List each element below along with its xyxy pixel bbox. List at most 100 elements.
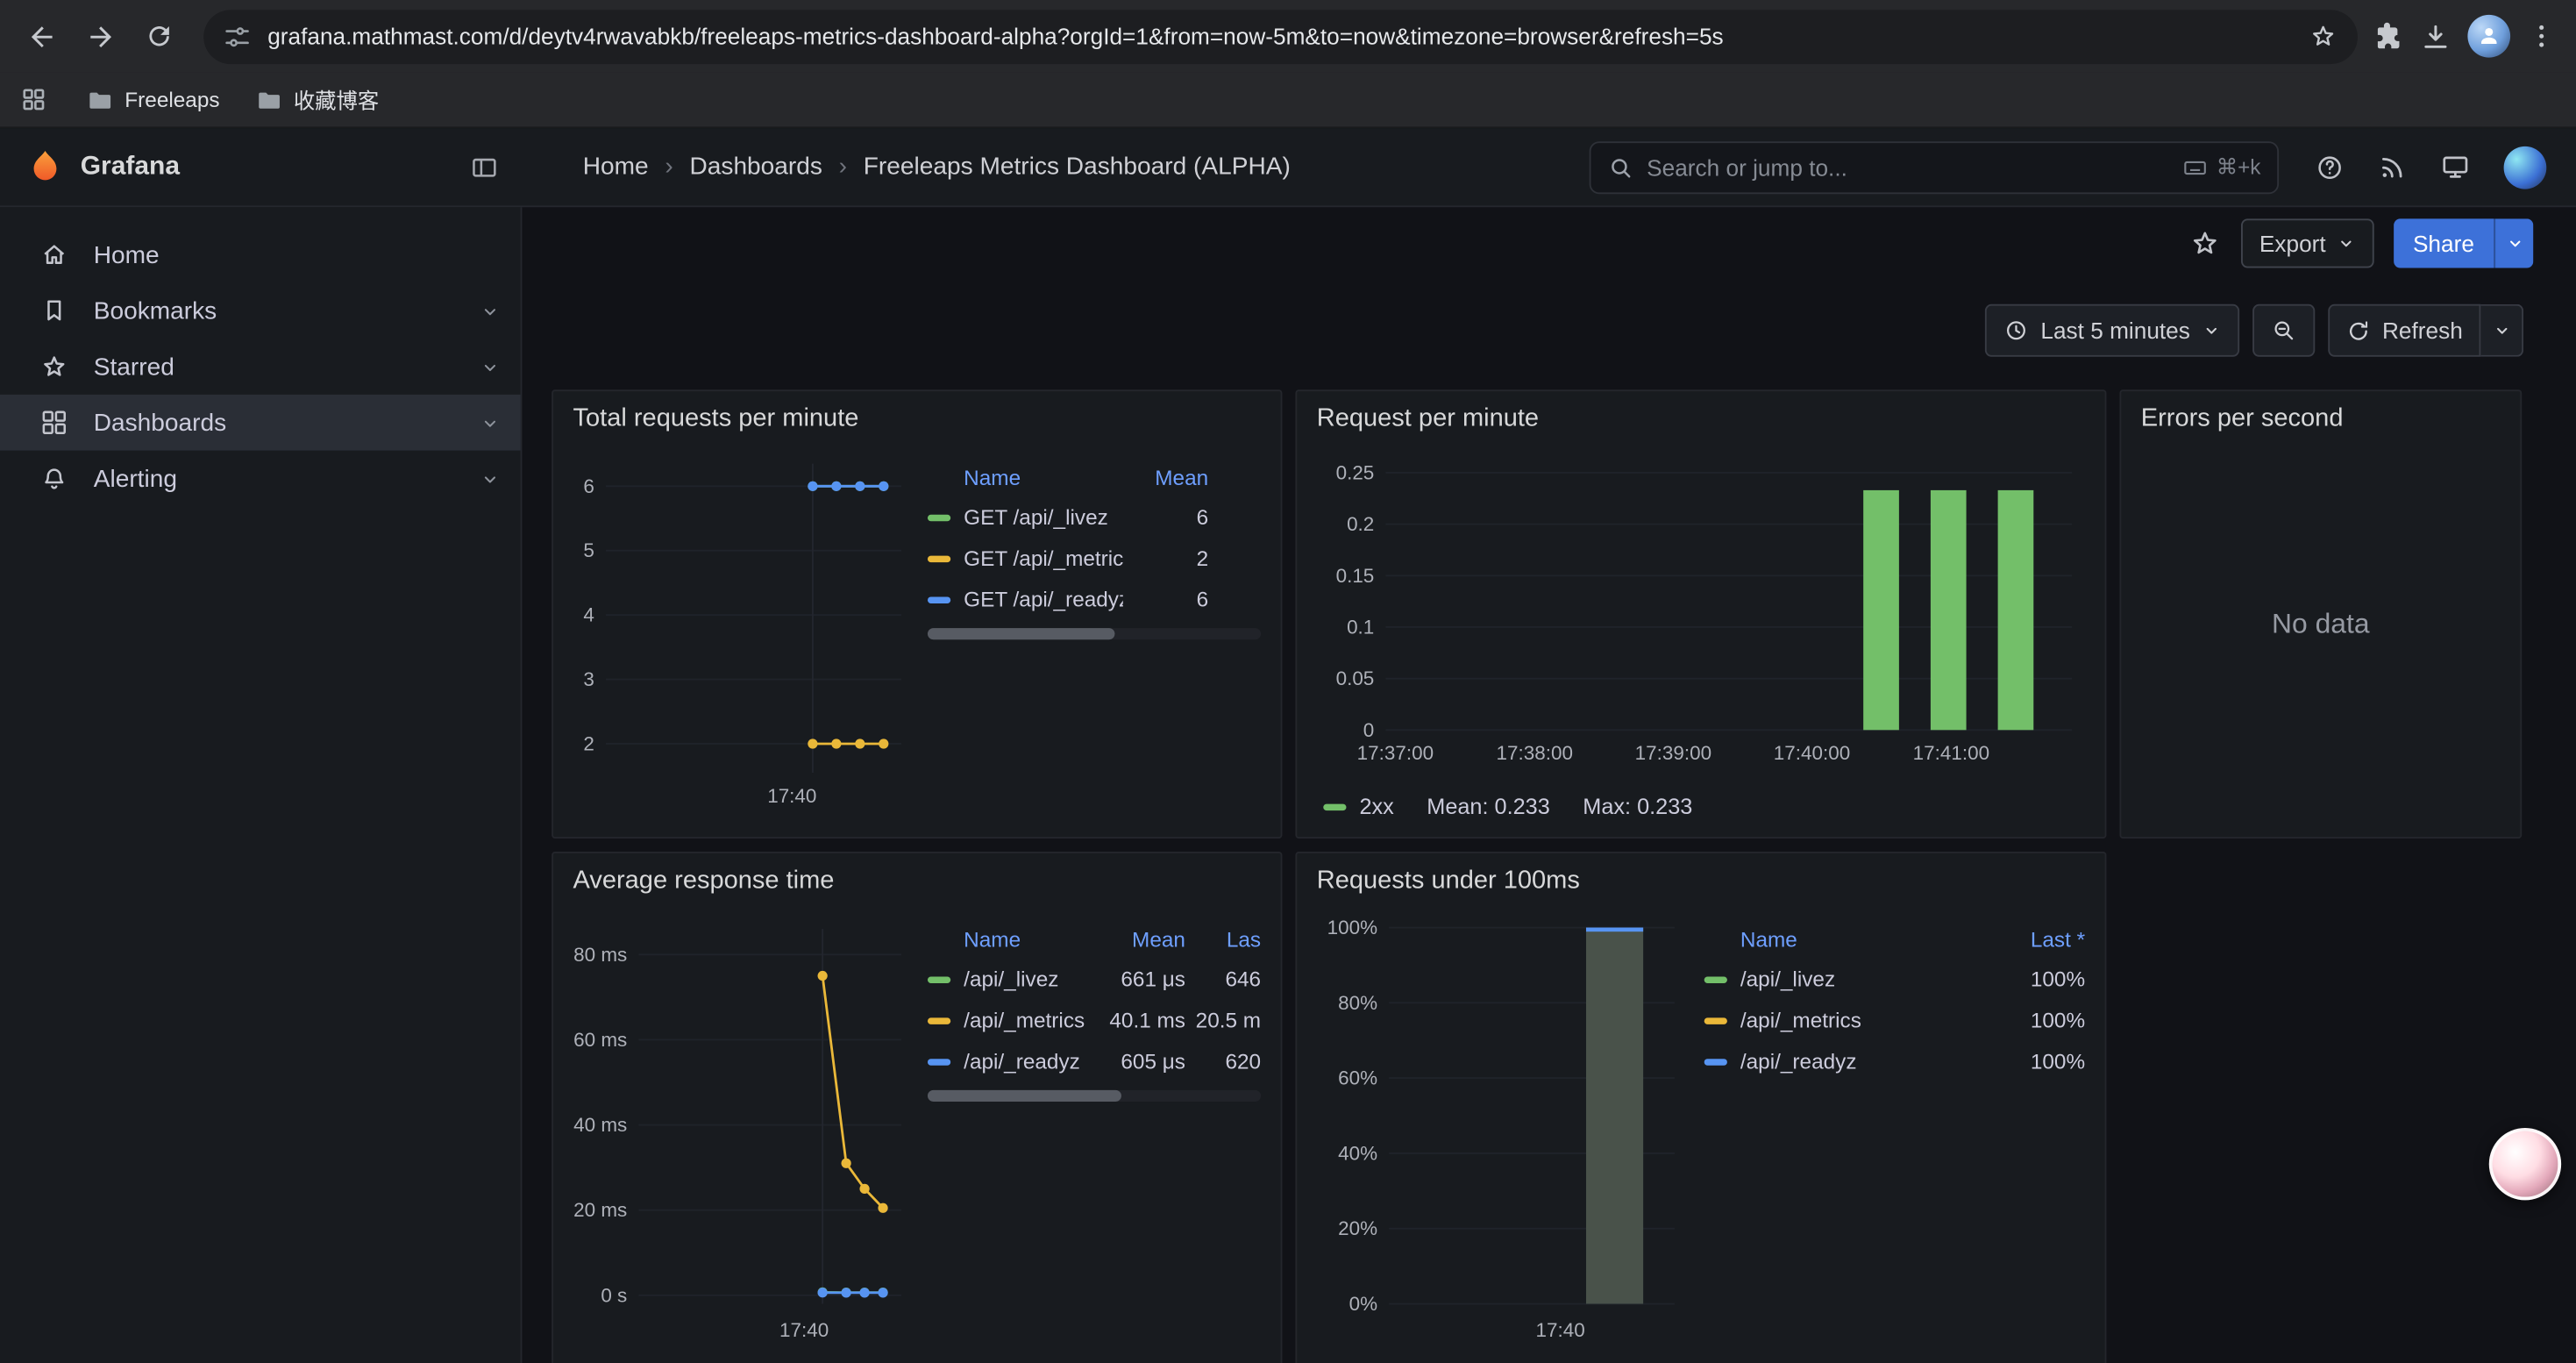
header-left: Grafana [0, 148, 522, 186]
search-input[interactable] [1647, 153, 2181, 180]
apps-grid-button[interactable] [19, 85, 47, 113]
sidebar-item-starred[interactable]: Starred [0, 339, 521, 395]
series-color-dash [1704, 976, 1727, 982]
favorite-dashboard-button[interactable] [2188, 227, 2221, 260]
legend-header-row: NameMean [928, 457, 1261, 496]
export-button[interactable]: Export [2241, 218, 2373, 268]
share-button-label: Share [2413, 230, 2474, 256]
url-bar[interactable]: grafana.mathmast.com/d/deytv4rwavabkb/fr… [203, 9, 2358, 63]
legend-scrollbar[interactable] [928, 1090, 1261, 1102]
chevron-down-icon[interactable] [480, 300, 501, 321]
bookmark-folder-freeleaps[interactable]: Freeleaps [74, 80, 232, 119]
kebab-menu-icon [2527, 21, 2557, 51]
bookmark-folder-blogs[interactable]: 收藏博客 [243, 77, 392, 122]
legend-column-header[interactable]: Mean [1123, 465, 1208, 489]
series-color-dash [928, 596, 950, 603]
zoom-out-icon [2271, 318, 2297, 344]
grafana-header: Grafana Home › Dashboards › Freeleaps Me… [0, 128, 2576, 207]
zoom-out-button[interactable] [2252, 304, 2315, 357]
chevron-down-icon[interactable] [480, 356, 501, 377]
chevron-down-icon[interactable] [480, 412, 501, 433]
refresh-interval-button[interactable] [2480, 304, 2523, 357]
person-icon [2476, 23, 2502, 49]
sidebar-item-home[interactable]: Home [0, 227, 521, 283]
legend-column-header[interactable]: Name [928, 926, 1093, 951]
series-name[interactable]: GET /api/_livez [964, 504, 1123, 529]
legend-row[interactable]: GET /api/_metrics2 [928, 538, 1261, 579]
series-value: 646 [1185, 967, 1261, 991]
legend-scrollbar-thumb[interactable] [928, 1090, 1121, 1102]
sidebar-item-dashboards[interactable]: Dashboards [0, 395, 521, 451]
sidebar-item-bookmarks[interactable]: Bookmarks [0, 282, 521, 339]
series-name[interactable]: GET /api/_readyz [964, 587, 1123, 611]
series-name[interactable]: /api/_readyz [1740, 1049, 1980, 1074]
site-info-icon[interactable] [224, 22, 252, 50]
user-avatar[interactable] [2504, 146, 2547, 189]
rss-icon [2377, 152, 2407, 182]
legend-row[interactable]: /api/_metrics100% [1704, 1000, 2085, 1041]
browser-menu-button[interactable] [2527, 21, 2557, 51]
share-menu-button[interactable] [2494, 218, 2533, 268]
panel-title[interactable]: Total requests per minute [573, 404, 1262, 434]
news-button[interactable] [2377, 152, 2407, 182]
series-name[interactable]: /api/_metrics [964, 1008, 1093, 1032]
profile-avatar[interactable] [2467, 15, 2510, 58]
share-button[interactable]: Share [2393, 218, 2494, 268]
time-range-picker[interactable]: Last 5 minutes [1985, 304, 2239, 357]
search-box[interactable]: ⌘+k [1590, 140, 2279, 193]
chevron-down-icon[interactable] [480, 467, 501, 489]
legend-row[interactable]: /api/_readyz605 μs620 [928, 1041, 1261, 1082]
series-name[interactable]: /api/_metrics [1740, 1008, 1980, 1032]
legend-item[interactable]: 2xxMean: 0.233Max: 0.233 [1323, 794, 1692, 818]
panel-title[interactable]: Requests under 100ms [1317, 867, 2085, 896]
sidebar-toggle-button[interactable] [470, 152, 500, 182]
breadcrumb-dashboards[interactable]: Dashboards [689, 153, 822, 181]
legend-scrollbar[interactable] [928, 628, 1261, 639]
legend-row[interactable]: /api/_metrics40.1 ms20.5 m [928, 1000, 1261, 1041]
legend-row[interactable]: /api/_readyz100% [1704, 1041, 2085, 1082]
sidebar-item-alerting[interactable]: Alerting [0, 451, 521, 507]
legend-row[interactable]: GET /api/_readyz6 [928, 579, 1261, 620]
legend-column-header[interactable]: Las [1185, 926, 1261, 951]
panel-title[interactable]: Average response time [573, 867, 1262, 896]
legend-scrollbar-thumb[interactable] [928, 628, 1114, 639]
legend-row[interactable]: /api/_livez661 μs646 [928, 959, 1261, 1000]
series-name[interactable]: 2xx [1359, 794, 1393, 818]
series-name[interactable]: /api/_livez [964, 967, 1093, 991]
panel-title[interactable]: Request per minute [1317, 404, 2085, 434]
legend-column-header[interactable]: Mean [1093, 926, 1185, 951]
legend-row[interactable]: GET /api/_livez6 [928, 496, 1261, 538]
floating-assistant-avatar[interactable] [2489, 1128, 2561, 1200]
refresh-button-label: Refresh [2382, 318, 2463, 344]
clock-icon [2003, 318, 2029, 344]
svg-text:17:40: 17:40 [779, 1319, 829, 1341]
panel-title[interactable]: Errors per second [2141, 404, 2501, 434]
legend-column-header[interactable]: Last * [1980, 926, 2085, 951]
series-name[interactable]: /api/_livez [1740, 967, 1980, 991]
series-name[interactable]: /api/_readyz [964, 1049, 1093, 1074]
grafana-logo[interactable] [26, 148, 64, 186]
extensions-button[interactable] [2374, 21, 2404, 51]
downloads-button[interactable] [2420, 20, 2451, 52]
refresh-button[interactable]: Refresh [2328, 304, 2480, 357]
help-button[interactable] [2315, 152, 2345, 182]
legend-column-header[interactable]: Name [1704, 926, 1981, 951]
legend-column-header[interactable]: Name [928, 465, 1123, 489]
download-icon [2420, 20, 2451, 52]
breadcrumb-home[interactable]: Home [583, 153, 649, 181]
legend-row[interactable]: /api/_livez100% [1704, 959, 2085, 1000]
chevron-down-icon [2336, 233, 2355, 253]
forward-button[interactable] [72, 8, 128, 64]
series-name[interactable]: GET /api/_metrics [964, 546, 1123, 570]
header-icons [2315, 146, 2546, 189]
reload-button[interactable] [132, 8, 188, 64]
series-stat: Mean: 0.233 [1427, 794, 1550, 818]
bookmark-star-icon[interactable] [2309, 21, 2338, 51]
chart-plot: 80 ms60 ms40 ms20 ms0 s17:40 [573, 910, 914, 1359]
display-button[interactable] [2440, 151, 2472, 182]
url-text[interactable]: grafana.mathmast.com/d/deytv4rwavabkb/fr… [267, 23, 2292, 49]
legend-inline: 2xxMean: 0.233Max: 0.233 [1317, 794, 2085, 818]
panel-body: 6543217:40NameMeanGET /api/_livez6GET /a… [573, 447, 1262, 824]
bookmark-folder-label: 收藏博客 [294, 84, 379, 116]
back-button[interactable] [13, 8, 69, 64]
